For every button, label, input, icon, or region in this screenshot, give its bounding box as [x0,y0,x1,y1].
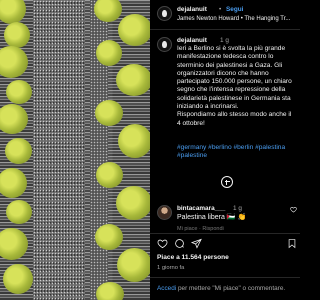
caption-line: iniziando a incrinarsi. [177,103,239,111]
bookmark-icon[interactable] [287,238,297,249]
tree [0,0,26,24]
tree [116,64,150,96]
caption-avatar[interactable] [157,37,172,52]
tree [96,282,124,300]
crowd-street [33,0,85,300]
hashtag-line[interactable]: #palestine [177,152,297,160]
share-icon[interactable] [191,238,202,249]
comment-actions[interactable]: Mi piace · Rispondi [177,225,224,233]
tree [6,200,32,224]
caption-line: solidarietà palestinese in Germania sta [177,94,291,102]
tree [94,0,122,22]
caption-line: sterminio dei palestinesi a Gaza. Gli [177,61,283,69]
login-prompt: Accedi per mettere "Mi piace" o commenta… [157,285,285,293]
comment-icon[interactable] [174,238,185,249]
tree [118,14,150,46]
tree [0,168,27,198]
load-more-comments-icon[interactable] [221,176,233,188]
caption-line: Ieri a Berlino si è svolta la più grande [177,45,286,52]
tree [5,138,32,164]
tree [0,228,28,260]
tree [0,46,28,78]
comment-text: Palestina libera 🇵🇸 👏 [177,214,247,221]
author-username[interactable]: dejalanuit [177,6,207,14]
caption-line: segno che l'intensa repressione della [177,86,286,94]
caption-username[interactable]: dejalanuit [177,37,207,45]
post-image[interactable] [0,0,150,300]
heart-icon[interactable] [157,238,168,249]
comment-like-icon[interactable] [290,206,297,213]
tree [117,248,150,282]
tree [95,224,123,250]
comment-age: 1 g [233,205,242,212]
tree [3,264,33,294]
tree [6,80,32,104]
hashtag-line[interactable]: #germany #berlino #berlin #palestina [177,144,297,152]
actions-divider [150,233,300,234]
post-date: 1 giorno fa [157,265,185,271]
tree [0,104,28,134]
author-avatar[interactable] [157,6,172,21]
tree [4,22,30,48]
audio-track[interactable]: James Newton Howard • The Hanging Tr... [177,15,290,23]
caption-line: Rispondiamo allo stesso modo anche il [177,111,292,119]
commenter-avatar[interactable] [157,205,172,220]
caption-line: partecipato 150.000 persone, un chiaro [177,78,292,86]
caption-line: 4 ottobre! [177,119,205,127]
caption-age: 1 g [220,37,229,44]
tree [116,186,150,220]
login-prompt-text: per mettere "Mi piace" o commentare. [176,285,286,292]
tree [118,124,150,158]
caption-text: Ieri a Berlino si è svolta la più grande… [177,45,297,128]
commenter-username[interactable]: bintacamara___ [177,205,225,213]
tree [95,100,123,126]
tree [96,40,122,66]
post-panel: dejalanuit • Segui James Newton Howard •… [150,0,300,300]
caption-line: organizzatori dicono che hanno [177,69,269,77]
header-divider [150,29,300,30]
likes-count[interactable]: Piace a 11.564 persone [157,254,229,262]
hashtags[interactable]: #germany #berlino #berlin #palestina #pa… [177,144,297,161]
separator-dot: • [219,6,222,13]
footer-divider [150,277,300,278]
tree [96,162,123,188]
follow-button[interactable]: Segui [226,6,243,14]
caption-line: manifestazione tedesca contro lo [177,53,274,61]
login-link[interactable]: Accedi [157,285,176,292]
